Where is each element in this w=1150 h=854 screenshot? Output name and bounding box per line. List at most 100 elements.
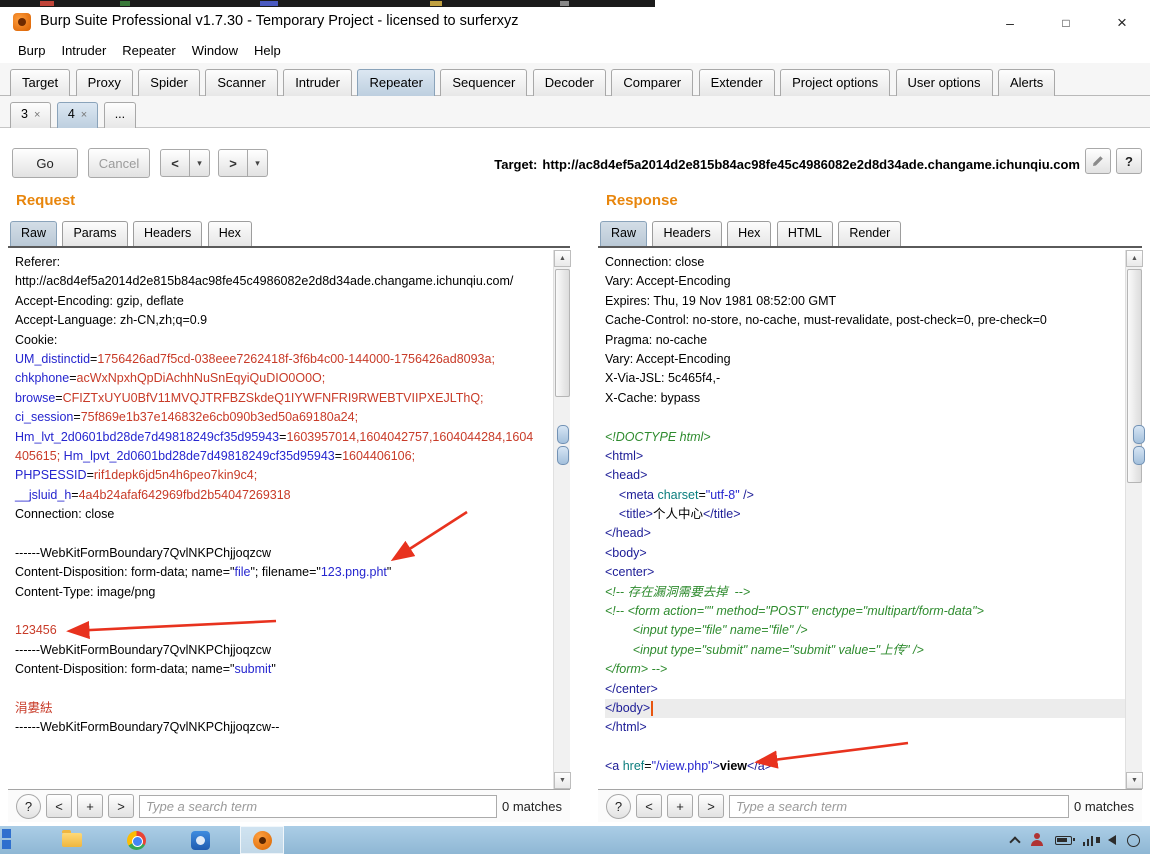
main-tab-bar: Target Proxy Spider Scanner Intruder Rep… bbox=[0, 63, 1150, 96]
volume-icon[interactable] bbox=[1096, 835, 1116, 845]
tab-intruder[interactable]: Intruder bbox=[283, 69, 352, 96]
prev-arrow-label[interactable]: < bbox=[160, 149, 190, 177]
splitter-handle[interactable] bbox=[557, 425, 569, 444]
burp-taskbar-icon[interactable] bbox=[240, 826, 284, 854]
menu-intruder[interactable]: Intruder bbox=[53, 41, 114, 60]
user-tray-icon[interactable] bbox=[1030, 833, 1044, 847]
response-panel-title: Response bbox=[606, 192, 678, 209]
tab-alerts[interactable]: Alerts bbox=[997, 69, 1056, 96]
request-tab-headers[interactable]: Headers bbox=[133, 221, 203, 246]
tab-close-icon[interactable]: × bbox=[81, 109, 87, 121]
menu-help[interactable]: Help bbox=[246, 41, 289, 60]
request-editor[interactable]: Referer: http://ac8d4ef5a2014d2e815b84ac9… bbox=[8, 250, 571, 789]
maximize-icon: □ bbox=[1062, 15, 1070, 30]
search-next-button[interactable]: > bbox=[108, 794, 134, 818]
search-help-button[interactable]: ? bbox=[16, 793, 41, 819]
match-count: 0 matches bbox=[502, 798, 562, 814]
help-button[interactable]: ? bbox=[1116, 148, 1142, 174]
artifact-pixel bbox=[120, 1, 130, 6]
repeater-tab-3[interactable]: 3 × bbox=[10, 102, 52, 128]
scroll-down-button[interactable]: ▼ bbox=[1126, 772, 1143, 789]
scroll-up-button[interactable]: ▲ bbox=[554, 250, 571, 267]
search-add-button[interactable]: + bbox=[77, 794, 103, 818]
request-search-bar: ? < + > 0 matches bbox=[8, 789, 570, 822]
title-bar[interactable]: Burp Suite Professional v1.7.30 - Tempor… bbox=[0, 7, 1150, 38]
go-button[interactable]: Go bbox=[12, 148, 78, 178]
splitter-handle[interactable] bbox=[1133, 446, 1145, 465]
tab-comparer[interactable]: Comparer bbox=[611, 69, 694, 96]
response-tab-html[interactable]: HTML bbox=[776, 221, 833, 246]
scroll-up-icon: ▲ bbox=[1131, 255, 1138, 262]
search-next-button[interactable]: > bbox=[698, 794, 724, 818]
scrollbar-thumb[interactable] bbox=[555, 269, 570, 397]
background-window-strip bbox=[0, 0, 655, 7]
tab-proxy[interactable]: Proxy bbox=[75, 69, 133, 96]
target-url: http://ac8d4ef5a2014d2e815b84ac98fe45c49… bbox=[542, 157, 1080, 172]
tab-target[interactable]: Target bbox=[10, 69, 71, 96]
pencil-icon bbox=[1093, 156, 1103, 166]
repeater-tab-label: 3 bbox=[21, 107, 28, 121]
tab-user-options[interactable]: User options bbox=[895, 69, 993, 96]
tab-sequencer[interactable]: Sequencer bbox=[440, 69, 528, 96]
menu-window[interactable]: Window bbox=[184, 41, 246, 60]
next-request-button[interactable]: > ▾ bbox=[218, 149, 268, 177]
dropdown-arrow-icon[interactable]: ▾ bbox=[190, 149, 210, 177]
artifact-pixel bbox=[430, 1, 442, 6]
window-title: Burp Suite Professional v1.7.30 - Tempor… bbox=[40, 13, 519, 29]
response-tab-render[interactable]: Render bbox=[838, 221, 902, 246]
chrome-icon[interactable] bbox=[114, 826, 158, 854]
response-tab-raw[interactable]: Raw bbox=[600, 221, 648, 246]
repeater-tab-more[interactable]: ... bbox=[103, 102, 137, 128]
artifact-pixel bbox=[560, 1, 569, 6]
request-scrollbar[interactable]: ▲ ▼ bbox=[553, 250, 571, 789]
tab-scanner[interactable]: Scanner bbox=[205, 69, 278, 96]
request-tab-hex[interactable]: Hex bbox=[207, 221, 252, 246]
search-help-button[interactable]: ? bbox=[606, 793, 631, 819]
request-tab-params[interactable]: Params bbox=[62, 221, 128, 246]
maximize-button[interactable]: □ bbox=[1038, 7, 1094, 38]
tray-expand-icon[interactable] bbox=[1008, 835, 1021, 848]
prev-request-button[interactable]: < ▾ bbox=[160, 149, 210, 177]
file-explorer-icon[interactable] bbox=[50, 826, 94, 854]
search-prev-button[interactable]: < bbox=[46, 794, 72, 818]
request-tab-raw[interactable]: Raw bbox=[10, 221, 58, 246]
close-icon: × bbox=[1117, 12, 1127, 32]
response-scrollbar[interactable]: ▲ ▼ bbox=[1125, 250, 1143, 789]
response-tab-headers[interactable]: Headers bbox=[652, 221, 722, 246]
tab-project-options[interactable]: Project options bbox=[780, 69, 891, 96]
scroll-up-button[interactable]: ▲ bbox=[1126, 250, 1143, 267]
splitter-handle[interactable] bbox=[1133, 425, 1145, 444]
burp-logo-icon bbox=[13, 13, 31, 31]
edit-target-button[interactable] bbox=[1085, 148, 1111, 174]
splitter-handle[interactable] bbox=[557, 446, 569, 465]
scroll-down-icon: ▼ bbox=[559, 777, 566, 784]
search-input[interactable] bbox=[729, 794, 1070, 818]
tab-spider[interactable]: Spider bbox=[138, 69, 200, 96]
battery-icon[interactable] bbox=[1054, 835, 1075, 845]
close-button[interactable]: × bbox=[1094, 7, 1150, 38]
start-menu-tiles[interactable] bbox=[2, 829, 12, 851]
dropdown-arrow-icon[interactable]: ▾ bbox=[248, 149, 268, 177]
search-prev-button[interactable]: < bbox=[636, 794, 662, 818]
response-editor[interactable]: Connection: close Vary: Accept-Encoding Ex… bbox=[598, 250, 1143, 789]
minimize-button[interactable]: – bbox=[982, 7, 1038, 38]
search-input[interactable] bbox=[139, 794, 498, 818]
tab-repeater[interactable]: Repeater bbox=[357, 69, 435, 96]
search-add-button[interactable]: + bbox=[667, 794, 693, 818]
response-tab-hex[interactable]: Hex bbox=[727, 221, 772, 246]
scroll-down-button[interactable]: ▼ bbox=[554, 772, 571, 789]
network-signal-icon[interactable] bbox=[1082, 835, 1093, 846]
cancel-button[interactable]: Cancel bbox=[88, 148, 150, 178]
menu-repeater[interactable]: Repeater bbox=[114, 41, 183, 60]
next-arrow-label[interactable]: > bbox=[218, 149, 248, 177]
repeater-tab-4[interactable]: 4 × bbox=[56, 102, 99, 128]
request-panel-title: Request bbox=[16, 192, 76, 209]
repeater-tab-label: ... bbox=[114, 107, 126, 121]
tab-decoder[interactable]: Decoder bbox=[532, 69, 606, 96]
network-globe-icon[interactable] bbox=[1127, 833, 1140, 847]
tab-close-icon[interactable]: × bbox=[34, 109, 40, 121]
menu-burp[interactable]: Burp bbox=[10, 41, 53, 60]
blue-app-icon[interactable] bbox=[178, 826, 222, 854]
scroll-down-icon: ▼ bbox=[1131, 777, 1138, 784]
tab-extender[interactable]: Extender bbox=[698, 69, 775, 96]
